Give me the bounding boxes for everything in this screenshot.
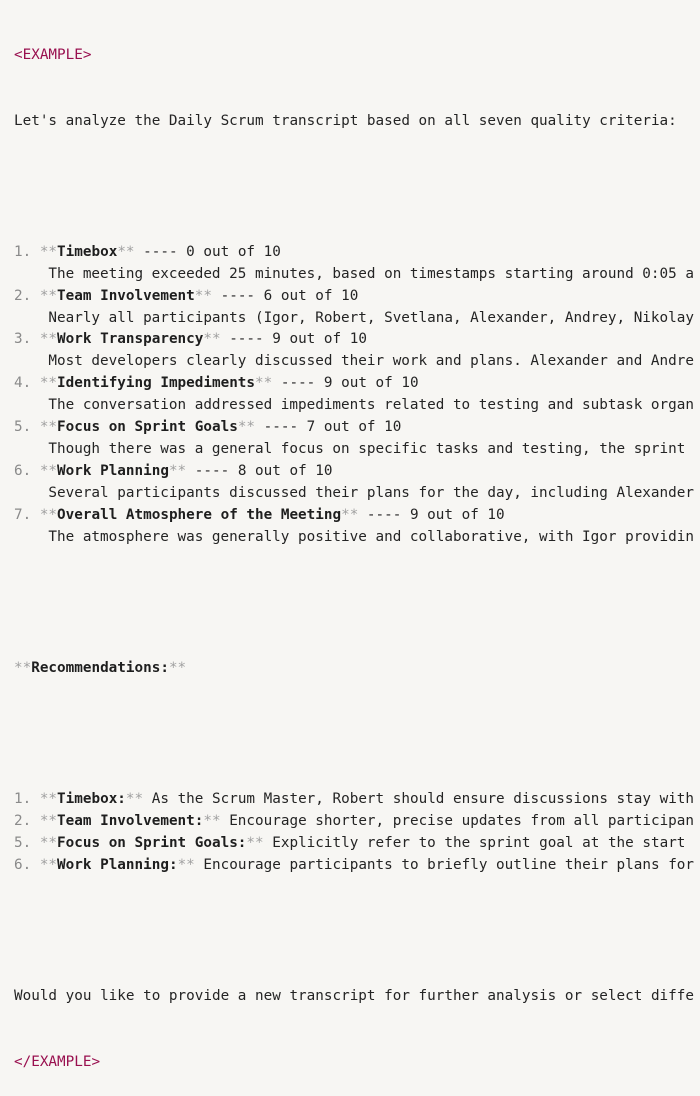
close-example-tag: </EXAMPLE> <box>14 1054 101 1071</box>
criterion-title: Work Planning <box>57 462 169 479</box>
recommendations-heading: **Recommendations:** <box>14 658 694 680</box>
bold-marker: ** <box>39 331 58 348</box>
criteria-list: 1. **Timebox** ---- 0 out of 10 The meeti… <box>14 242 694 548</box>
criterion-title: Team Involvement <box>57 287 195 304</box>
recommendations-heading-text: Recommendations: <box>31 659 169 676</box>
list-number: 6. <box>14 462 32 479</box>
bold-marker: ** <box>39 375 58 392</box>
bold-marker: ** <box>39 835 58 852</box>
criterion-header: 7. **Overall Atmosphere of the Meeting**… <box>14 505 694 527</box>
criterion-description: The meeting exceeded 25 minutes, based o… <box>48 265 694 282</box>
recommendation-title: Timebox: <box>57 791 126 808</box>
criterion-header: 1. **Timebox** ---- 0 out of 10 <box>14 242 694 264</box>
list-number: 4. <box>14 375 32 392</box>
criterion-description: Though there was a general focus on spec… <box>48 440 694 457</box>
bold-marker: ** <box>341 506 359 523</box>
recommendation-title: Focus on Sprint Goals: <box>57 835 247 852</box>
recommendation-item: 6. **Work Planning:** Encourage particip… <box>14 855 694 877</box>
bold-marker: ** <box>39 813 58 830</box>
bold-marker: ** <box>39 419 58 436</box>
open-example-tag: <EXAMPLE> <box>14 46 92 63</box>
recommendation-title: Team Involvement: <box>57 813 204 830</box>
bold-marker: ** <box>203 331 221 348</box>
bold-marker: ** <box>246 835 264 852</box>
bold-marker: ** <box>39 287 58 304</box>
bold-marker: ** <box>168 659 187 676</box>
list-number: 2. <box>14 813 32 830</box>
criterion-header: 5. **Focus on Sprint Goals** ---- 7 out … <box>14 417 694 439</box>
list-number: 5. <box>14 835 32 852</box>
bold-marker: ** <box>14 659 32 676</box>
bold-marker: ** <box>177 856 195 873</box>
list-number: 2. <box>14 287 32 304</box>
bold-marker: ** <box>39 506 58 523</box>
list-number: 1. <box>14 243 32 260</box>
criterion-header: 4. **Identifying Impediments** ---- 9 ou… <box>14 373 694 395</box>
list-number: 7. <box>14 506 32 523</box>
recommendation-text: Explicitly refer to the sprint goal at t… <box>272 835 686 852</box>
list-number: 1. <box>14 791 32 808</box>
criterion-score: ---- 6 out of 10 <box>220 287 359 304</box>
bold-marker: ** <box>39 856 58 873</box>
criterion-score: ---- 9 out of 10 <box>366 506 505 523</box>
criterion-description: Most developers clearly discussed their … <box>48 353 694 370</box>
bold-marker: ** <box>203 813 221 830</box>
bold-marker: ** <box>117 243 135 260</box>
list-number: 3. <box>14 331 32 348</box>
closing-text: Would you like to provide a new transcri… <box>14 988 694 1005</box>
criterion-title: Work Transparency <box>57 331 204 348</box>
bold-marker: ** <box>125 791 144 808</box>
criterion-header: 3. **Work Transparency** ---- 9 out of 1… <box>14 329 694 351</box>
bold-marker: ** <box>255 375 273 392</box>
recommendation-text: Encourage participants to briefly outlin… <box>203 856 695 873</box>
recommendation-text: As the Scrum Master, Robert should ensur… <box>151 791 695 808</box>
bold-marker: ** <box>39 791 58 808</box>
recommendation-title: Work Planning: <box>57 856 178 873</box>
bold-marker: ** <box>237 419 256 436</box>
recommendation-item: 5. **Focus on Sprint Goals:** Explicitly… <box>14 833 694 855</box>
criterion-header: 6. **Work Planning** ---- 8 out of 10 <box>14 461 694 483</box>
criterion-description: The atmosphere was generally positive an… <box>48 528 694 545</box>
list-number: 5. <box>14 419 32 436</box>
bold-marker: ** <box>168 462 187 479</box>
criterion-header: 2. **Team Involvement** ---- 6 out of 10 <box>14 286 694 308</box>
criterion-description: The conversation addressed impediments r… <box>48 397 694 414</box>
intro-text: Let's analyze the Daily Scrum transcript… <box>14 112 677 129</box>
criterion-title: Overall Atmosphere of the Meeting <box>57 506 342 523</box>
criterion-description: Several participants discussed their pla… <box>48 484 694 501</box>
list-number: 6. <box>14 856 32 873</box>
document-body: <EXAMPLE> Let's analyze the Daily Scrum … <box>14 1 694 1096</box>
recommendation-item: 1. **Timebox:** As the Scrum Master, Rob… <box>14 789 694 811</box>
criterion-title: Timebox <box>57 243 118 260</box>
criterion-description: Nearly all participants (Igor, Robert, S… <box>48 309 694 326</box>
bold-marker: ** <box>194 287 212 304</box>
recommendations-list: 1. **Timebox:** As the Scrum Master, Rob… <box>14 789 694 877</box>
recommendation-text: Encourage shorter, precise updates from … <box>229 813 695 830</box>
criterion-title: Identifying Impediments <box>57 375 256 392</box>
bold-marker: ** <box>39 462 58 479</box>
criterion-score: ---- 9 out of 10 <box>229 331 367 348</box>
criterion-score: ---- 9 out of 10 <box>280 375 419 392</box>
bold-marker: ** <box>39 243 58 260</box>
criterion-score: ---- 8 out of 10 <box>194 462 333 479</box>
criterion-score: ---- 7 out of 10 <box>263 419 402 436</box>
criterion-title: Focus on Sprint Goals <box>57 419 238 436</box>
criterion-score: ---- 0 out of 10 <box>143 243 281 260</box>
recommendation-item: 2. **Team Involvement:** Encourage short… <box>14 811 694 833</box>
